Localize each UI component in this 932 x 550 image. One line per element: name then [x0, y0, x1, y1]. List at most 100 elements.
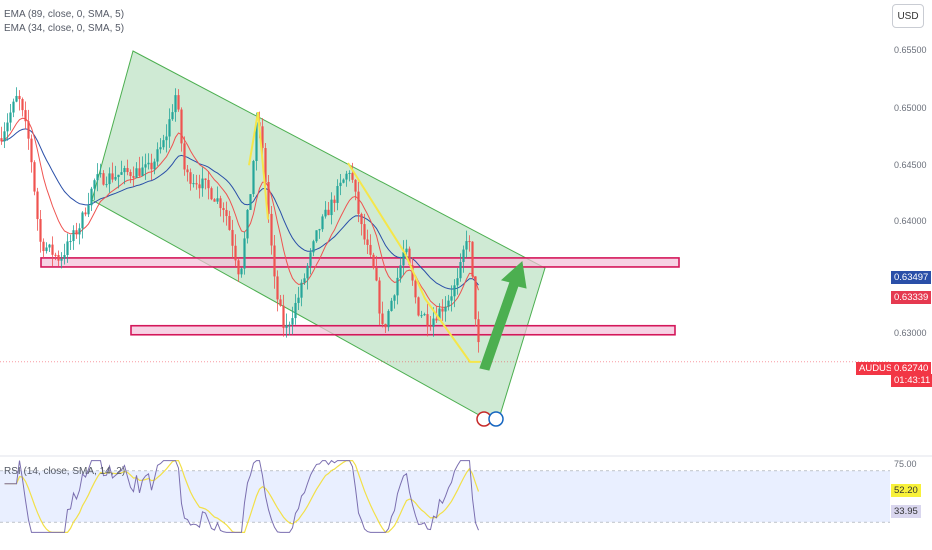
- candle-body: [168, 119, 171, 137]
- candle-body: [390, 300, 393, 311]
- candle-body: [69, 241, 72, 243]
- candle-body: [81, 212, 84, 229]
- price-tick: 0.63000: [894, 328, 927, 338]
- candle-body: [90, 188, 93, 206]
- candle-body: [375, 267, 378, 281]
- candle-body: [456, 278, 459, 286]
- candle-body: [276, 276, 279, 300]
- rsi-ma-value-badge: 52.20: [891, 484, 921, 497]
- candle-body: [450, 296, 453, 301]
- candle-body: [336, 186, 339, 203]
- price-tick: 0.64500: [894, 160, 927, 170]
- candle-body: [372, 254, 375, 268]
- candle-body: [465, 241, 468, 250]
- candle-body: [459, 261, 462, 279]
- candle-body: [405, 248, 408, 253]
- candle-body: [207, 179, 210, 189]
- candle-body: [186, 169, 189, 173]
- candle-body: [219, 198, 222, 209]
- candle-body: [381, 313, 384, 324]
- candle-body: [96, 174, 99, 181]
- candle-body: [138, 168, 141, 176]
- candle-body: [45, 247, 48, 252]
- candle-body: [441, 308, 444, 312]
- candle-body: [213, 199, 216, 202]
- candle-body: [99, 173, 102, 175]
- candle-body: [6, 122, 9, 132]
- candle-body: [27, 121, 30, 139]
- candle-body: [309, 252, 312, 266]
- candle-body: [366, 239, 369, 245]
- candle-body: [426, 314, 429, 326]
- ema89-label[interactable]: EMA (89, close, 0, SMA, 5): [4, 9, 124, 20]
- candle-body: [378, 280, 381, 314]
- candle-body: [243, 238, 246, 269]
- candle-body: [75, 230, 78, 235]
- candle-body: [303, 278, 306, 283]
- candle-body: [279, 299, 282, 306]
- candle-body: [327, 209, 330, 216]
- candle-body: [108, 173, 111, 185]
- candle-body: [183, 143, 186, 170]
- candle-body: [36, 191, 39, 220]
- candle-body: [357, 191, 360, 214]
- rsi-label[interactable]: RSI (14, close, SMA, 14, 2): [4, 466, 125, 477]
- candle-body: [117, 174, 120, 178]
- candle-body: [351, 172, 354, 180]
- currency-button[interactable]: USD: [892, 4, 924, 28]
- candle-body: [0, 138, 3, 142]
- candle-body: [144, 164, 147, 168]
- ema34-label[interactable]: EMA (34, close, 0, SMA, 5): [4, 23, 124, 34]
- candle-body: [129, 172, 132, 177]
- candle-body: [12, 101, 15, 113]
- candle-body: [435, 318, 438, 321]
- candle-body: [39, 219, 42, 242]
- candle-body: [396, 277, 399, 296]
- candle-body: [414, 280, 417, 298]
- candle-body: [387, 310, 390, 328]
- candle-body: [297, 297, 300, 303]
- candle-body: [273, 245, 276, 277]
- rsi-tick: 75.00: [894, 459, 917, 469]
- candle-body: [342, 179, 345, 183]
- candle-body: [66, 241, 69, 256]
- descending-channel[interactable]: [91, 50, 546, 426]
- candle-body: [177, 95, 180, 110]
- candle-body: [114, 177, 117, 180]
- rsi-value-badge: 33.95: [891, 505, 921, 518]
- candle-body: [453, 285, 456, 297]
- candle-body: [318, 229, 321, 231]
- candle-body: [423, 314, 426, 316]
- candle-body: [321, 216, 324, 230]
- candle-body: [294, 302, 297, 319]
- candle-body: [135, 168, 138, 178]
- channel-band: [91, 50, 546, 426]
- candle-body: [78, 228, 81, 235]
- candle-body: [165, 136, 168, 141]
- candle-body: [324, 209, 327, 217]
- candle-body: [360, 213, 363, 225]
- candle-body: [102, 173, 105, 185]
- candle-body: [150, 162, 153, 170]
- candle-body: [306, 265, 309, 279]
- candle-body: [192, 183, 195, 185]
- rsi-panel: [0, 455, 932, 523]
- candle-body: [48, 244, 51, 248]
- candle-body: [87, 205, 90, 215]
- chart-canvas: [0, 50, 932, 534]
- candle-body: [159, 147, 162, 150]
- price-tick: 0.64000: [894, 216, 927, 226]
- candle-body: [156, 149, 159, 162]
- candle-body: [393, 295, 396, 301]
- candle-body: [126, 168, 129, 173]
- candle-body: [420, 315, 423, 317]
- resistance-zone: [40, 257, 680, 268]
- candle-body: [246, 209, 249, 239]
- candle-body: [300, 282, 303, 298]
- candle-body: [21, 99, 24, 111]
- candle-body: [315, 230, 318, 242]
- candle-body: [339, 182, 342, 187]
- candle-body: [462, 249, 465, 262]
- candle-body: [198, 184, 201, 189]
- candle-body: [24, 110, 27, 122]
